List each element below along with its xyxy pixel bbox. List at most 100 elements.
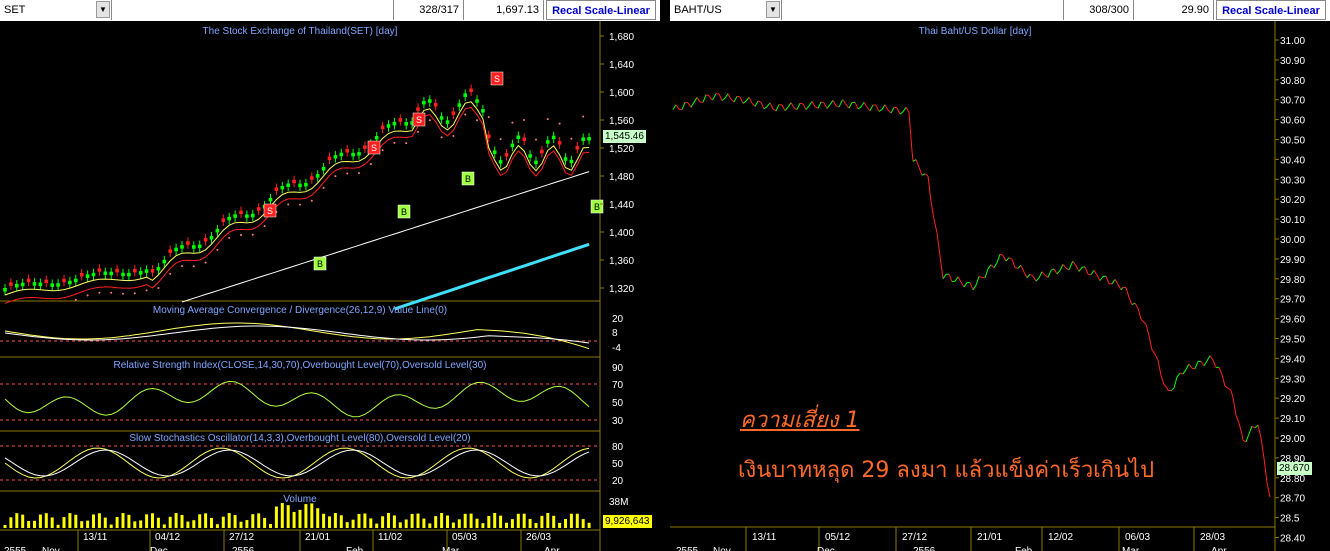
candle <box>9 282 13 286</box>
candle <box>380 125 385 130</box>
price-tick-label: 1,520 <box>609 144 634 155</box>
right-dropdown-icon[interactable]: ▼ <box>766 1 780 18</box>
sar-dot <box>169 272 172 275</box>
sar-dot <box>263 225 266 228</box>
baht-tick-label: 31.00 <box>1280 36 1305 47</box>
candle <box>203 238 208 242</box>
sell-signal-label: S <box>494 74 500 84</box>
baht-month-label: Mar <box>1122 546 1140 551</box>
baht-price-segment <box>711 98 714 101</box>
left-recal-button[interactable]: Recal Scale-Linear <box>546 0 656 20</box>
baht-tick-label: 28.5 <box>1280 514 1300 525</box>
baht-tick-label: 30.90 <box>1280 56 1305 67</box>
sar-dot <box>464 113 467 116</box>
candle <box>91 272 96 277</box>
volume-bar <box>369 518 373 528</box>
candle <box>180 245 184 249</box>
volume-bar <box>27 520 31 528</box>
baht-tick-label: 30.40 <box>1280 155 1305 166</box>
volume-bar <box>156 517 160 528</box>
volume-bar <box>257 513 261 528</box>
sar-dot <box>511 121 514 124</box>
candle <box>487 134 491 139</box>
volume-bar <box>534 522 538 528</box>
date-label: 26/03 <box>526 532 551 543</box>
sar-dot <box>417 130 419 133</box>
baht-tick-label: 30.00 <box>1280 235 1305 246</box>
candle <box>404 122 408 126</box>
volume-bar <box>499 515 503 528</box>
volume-bar <box>186 521 190 528</box>
baht-tick-label: 30.80 <box>1280 76 1305 87</box>
candle <box>74 278 78 283</box>
candle <box>233 214 237 218</box>
baht-date-label: 13/11 <box>752 532 777 543</box>
set-title: The Stock Exchange of Thailand(SET) [day… <box>203 26 398 37</box>
baht-tick-label: 30.30 <box>1280 175 1305 186</box>
candle <box>433 102 438 107</box>
volume-bar <box>251 514 255 528</box>
baht-date-label: 06/03 <box>1125 532 1150 543</box>
candle <box>557 141 562 145</box>
candle <box>245 214 249 218</box>
sar-dot <box>204 261 207 264</box>
baht-tick-label: 29.70 <box>1280 295 1305 306</box>
sar-dot <box>122 292 124 295</box>
volume-bar <box>392 515 396 528</box>
sar-dot <box>251 233 254 236</box>
candle <box>26 278 31 283</box>
rsi-tick-label: 50 <box>612 398 624 409</box>
sar-dot <box>346 172 349 175</box>
volume-bar <box>180 514 184 528</box>
volume-bar <box>328 516 331 528</box>
baht-month-label: Nov <box>713 546 731 551</box>
candle <box>575 145 580 150</box>
sar-dot <box>110 291 113 294</box>
month-label: Mar <box>442 546 460 551</box>
candle <box>522 137 526 141</box>
candle <box>374 136 379 140</box>
candle <box>321 166 326 171</box>
price-tick-label: 1,640 <box>609 60 634 71</box>
sar-dot <box>299 203 301 206</box>
volume-bar <box>263 518 267 528</box>
baht-date-label: 12/02 <box>1048 532 1073 543</box>
rsi-tick-label: 90 <box>612 363 624 374</box>
left-dropdown-icon[interactable]: ▼ <box>96 1 110 18</box>
volume-bar <box>540 515 544 528</box>
volume-bar <box>68 513 72 528</box>
candle <box>327 156 332 161</box>
volume-bar <box>80 521 84 528</box>
rsi-tick-label: 30 <box>612 416 624 427</box>
sar-dot <box>440 136 443 139</box>
volume-bar <box>127 514 131 528</box>
candle <box>546 140 550 144</box>
candle <box>510 143 515 148</box>
volume-bar <box>581 519 585 528</box>
baht-price-segment <box>1167 389 1172 392</box>
baht-month-label: 2556 <box>913 546 936 551</box>
right-counter: 308/300 <box>1064 0 1134 20</box>
candle <box>138 271 143 275</box>
baht-title: Thai Baht/US Dollar [day] <box>919 26 1032 37</box>
candle <box>540 149 544 154</box>
volume-bar <box>505 522 508 528</box>
volume-bar <box>221 516 225 528</box>
volume-bar <box>21 514 25 528</box>
volume-bar <box>481 523 485 528</box>
left-counter: 328/317 <box>394 0 464 20</box>
sar-dot <box>476 119 478 122</box>
sell-signal-label: S <box>371 143 377 153</box>
right-recal-button[interactable]: Recal Scale-Linear <box>1216 0 1326 20</box>
baht-tick-label: 29.20 <box>1280 394 1305 405</box>
baht-tick-label: 29.80 <box>1280 275 1305 286</box>
candle <box>97 268 102 272</box>
baht-tick-label: 29.60 <box>1280 315 1305 326</box>
sell-signal-label: S <box>416 115 422 125</box>
candle <box>251 213 255 218</box>
date-label: 21/01 <box>305 532 330 543</box>
date-label: 11/02 <box>378 532 403 543</box>
set-chart[interactable]: The Stock Exchange of Thailand(SET) [day… <box>0 21 660 551</box>
baht-tick-label: 28.40 <box>1280 534 1305 545</box>
price-tick-label: 1,360 <box>609 256 634 267</box>
